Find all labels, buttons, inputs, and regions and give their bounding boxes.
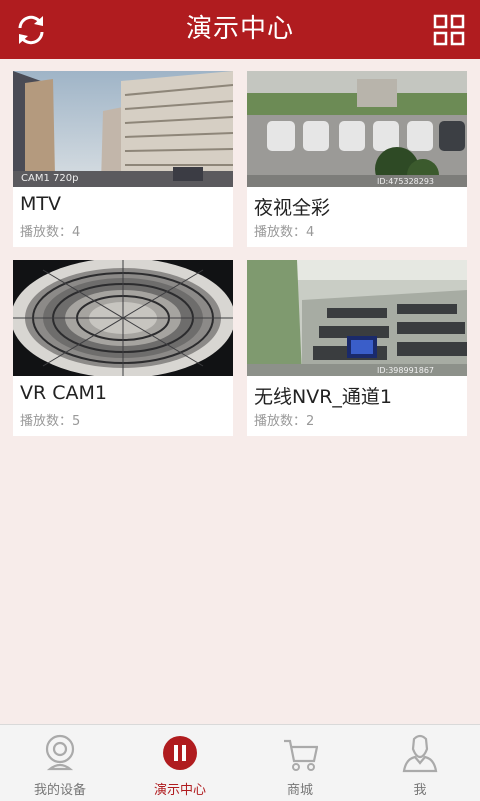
tab-my-devices[interactable]: 我的设备 <box>0 725 120 801</box>
tab-me[interactable]: 我 <box>360 725 480 801</box>
camera-device-icon <box>45 734 75 771</box>
user-icon <box>402 734 438 773</box>
tab-label: 我的设备 <box>33 783 86 798</box>
camera-name: 夜视全彩 <box>254 197 331 219</box>
grid-view-icon <box>433 14 465 46</box>
play-count: 播放数：4 <box>20 225 81 240</box>
app-header: 演示中心 <box>0 0 480 59</box>
camera-name: MTV <box>20 193 61 215</box>
tab-mall[interactable]: 商城 <box>240 725 360 801</box>
camera-card-vr-cam1[interactable]: VR CAM1 播放数：5 <box>13 260 233 436</box>
tab-label: 商城 <box>286 783 313 798</box>
camera-name: VR CAM1 <box>20 382 107 404</box>
camera-overlay-label: CAM1 720p <box>21 173 78 184</box>
camera-overlay-label: ID:398991867 <box>377 366 434 375</box>
tab-label: 演示中心 <box>153 783 206 798</box>
page-title: 演示中心 <box>185 14 294 44</box>
camera-thumbnail[interactable]: CAM1 720p <box>13 71 233 187</box>
bottom-tab-bar: 我的设备 演示中心 商城 我 <box>0 724 480 801</box>
camera-overlay-label: ID:475328293 <box>377 177 434 186</box>
grid-view-button[interactable] <box>430 11 468 49</box>
tab-demo-center[interactable]: 演示中心 <box>120 725 240 801</box>
camera-thumbnail[interactable]: ID:475328293 <box>247 71 467 187</box>
camera-thumbnail[interactable]: ID:398991867 <box>247 260 467 376</box>
play-count: 播放数：4 <box>254 225 315 240</box>
camera-card-night-color[interactable]: ID:475328293 夜视全彩 播放数：4 <box>247 71 467 247</box>
camera-card-wireless-nvr-ch1[interactable]: ID:398991867 无线NVR_通道1 播放数：2 <box>247 260 467 436</box>
camera-thumbnail[interactable] <box>13 260 233 376</box>
shopping-cart-icon <box>284 739 318 771</box>
play-count: 播放数：2 <box>254 414 315 429</box>
tab-label: 我 <box>413 783 427 798</box>
play-count: 播放数：5 <box>20 414 81 429</box>
pause-circle-icon <box>163 736 197 770</box>
camera-name: 无线NVR_通道1 <box>254 386 393 408</box>
camera-card-mtv[interactable]: CAM1 720p MTV 播放数：4 <box>13 71 233 247</box>
